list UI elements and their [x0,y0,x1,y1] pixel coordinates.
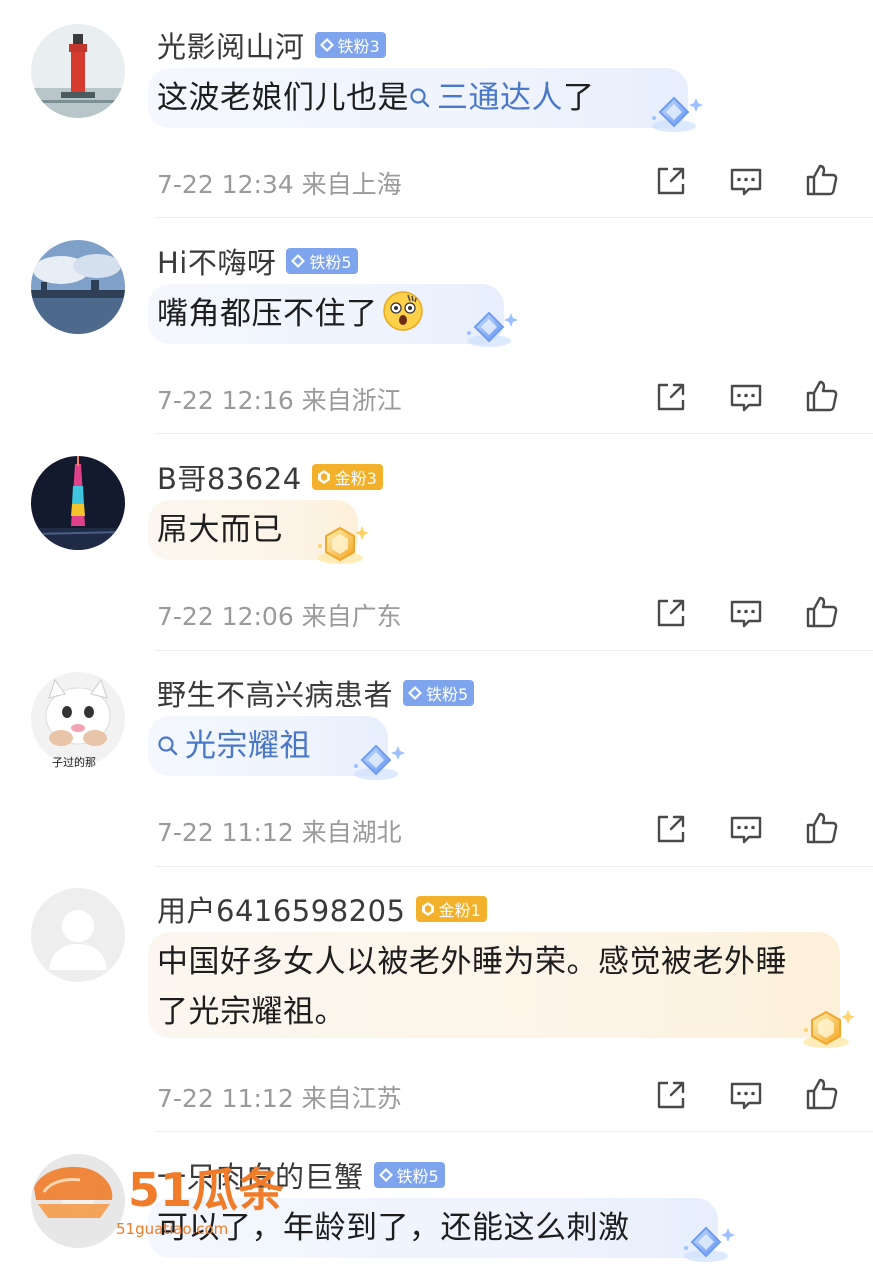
fan-badge[interactable]: 铁粉5 [403,680,475,706]
share-icon[interactable] [653,163,689,199]
badge-label: 铁粉5 [426,685,469,704]
comment-text: 光宗耀祖 [157,721,311,771]
comment-text-line: 中国好多女人以被老外睡为荣。感觉被老外睡 [157,944,787,980]
fan-badge[interactable]: 铁粉5 [286,248,358,274]
comment-icon[interactable] [728,811,764,847]
cityscape-avatar[interactable] [31,240,125,334]
fan-gem-decoration-icon [314,522,370,570]
topic-label: 光宗耀祖 [185,728,311,764]
comment-text: 屌大而已 [157,505,283,555]
fan-badge[interactable]: 铁粉3 [314,32,386,58]
topic-link[interactable]: 三通达人 [409,80,563,116]
fan-badge[interactable]: 金粉3 [311,464,383,490]
comment-text: 这波老娘们儿也是 三通达人了 [157,73,595,123]
username[interactable]: 用户6416598205 [157,888,406,930]
comment-meta: 7-22 12:34 来自上海 [157,170,402,199]
comment-text: 嘴角都压不住了 [157,289,424,339]
divider [155,433,873,434]
like-icon[interactable] [804,378,840,414]
comment-text-part: 这波老娘们儿也是 [157,80,409,116]
badge-label: 铁粉5 [396,1167,439,1186]
comment-icon[interactable] [728,595,764,631]
default-user-avatar[interactable] [31,888,125,982]
fan-diamond-decoration-icon [463,307,519,355]
comment-meta: 7-22 12:16 来自浙江 [157,386,402,415]
diamond-icon [378,1167,394,1183]
username[interactable]: B哥83624 [157,456,302,498]
share-icon[interactable] [653,811,689,847]
fan-gem-decoration-icon [800,1006,856,1054]
search-icon [157,735,179,757]
comment-meta: 7-22 11:12 来自江苏 [157,1084,402,1113]
comment-meta: 7-22 12:06 来自广东 [157,602,402,631]
avatar-caption: 子过的那 [52,756,96,769]
diamond-icon [407,685,423,701]
divider [155,866,873,867]
badge-label: 金粉3 [334,469,377,488]
watermark-text: 51瓜条 [128,1163,284,1217]
fan-badge[interactable]: 铁粉5 [373,1162,445,1188]
comment-icon[interactable] [728,1077,764,1113]
like-icon[interactable] [804,1076,840,1112]
comment-text-part: 嘴角都压不住了 [157,296,378,332]
cat-avatar[interactable] [31,672,125,766]
topic-label: 三通达人 [437,80,563,116]
gem-icon [420,901,436,917]
username[interactable]: 光影阅山河 [157,24,305,66]
username[interactable]: 野生不高兴病患者 [157,672,393,714]
lighthouse-avatar[interactable] [31,24,125,118]
fan-diamond-decoration-icon [648,92,704,140]
diamond-icon [290,253,306,269]
comment-icon[interactable] [728,163,764,199]
watermark-logo: 51瓜条 51guatiao.com [30,1152,320,1242]
comment-text-part: 屌大而已 [157,512,283,548]
share-icon[interactable] [653,1077,689,1113]
username[interactable]: Hi不嗨呀 [157,240,276,282]
badge-label: 铁粉5 [309,253,352,272]
share-icon[interactable] [653,595,689,631]
divider [155,1131,873,1132]
badge-label: 金粉1 [438,901,481,920]
fan-diamond-decoration-icon [680,1222,736,1270]
tower-night-avatar[interactable] [31,456,125,550]
comment-text-part: 了 [563,80,595,116]
comment-text: 中国好多女人以被老外睡为荣。感觉被老外睡 了光宗耀祖。 [157,937,787,1037]
comment-meta: 7-22 11:12 来自湖北 [157,818,402,847]
like-icon[interactable] [804,810,840,846]
gem-icon [316,469,332,485]
fan-diamond-decoration-icon [350,740,406,788]
like-icon[interactable] [804,162,840,198]
shocked-face-emoji-icon [382,291,423,331]
fan-badge[interactable]: 金粉1 [415,896,487,922]
divider [155,217,873,218]
like-icon[interactable] [804,594,840,630]
divider [155,650,873,651]
badge-label: 铁粉3 [337,37,380,56]
share-icon[interactable] [653,379,689,415]
search-icon [409,87,431,109]
watermark-url: 51guatiao.com [116,1220,228,1238]
topic-link[interactable]: 光宗耀祖 [157,728,311,764]
diamond-icon [319,37,335,53]
comment-icon[interactable] [728,379,764,415]
comment-text-line: 了光宗耀祖。 [157,994,346,1030]
